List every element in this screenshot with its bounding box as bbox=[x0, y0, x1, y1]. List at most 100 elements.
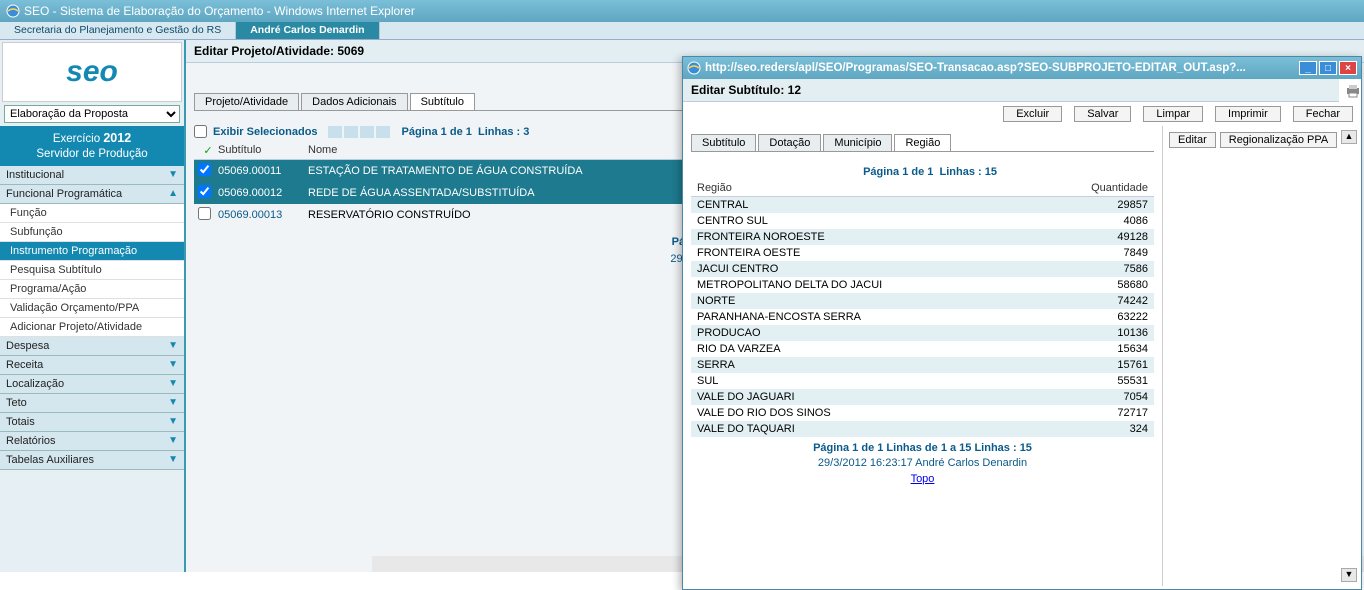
nav-despesa[interactable]: Despesa▼ bbox=[0, 337, 184, 356]
popup-right-panel: Editar Regionalização PPA ▲ ▼ bbox=[1163, 126, 1361, 586]
scroll-up-button[interactable]: ▲ bbox=[1341, 130, 1357, 144]
region-qty: 4086 bbox=[1078, 215, 1148, 227]
logo-box: seo bbox=[2, 42, 182, 102]
nav-programa-acao[interactable]: Programa/Ação bbox=[0, 280, 184, 299]
close-button[interactable]: × bbox=[1339, 61, 1357, 75]
subtab-municipio[interactable]: Município bbox=[823, 134, 892, 151]
popup-subtabs: Subtítulo Dotação Município Região bbox=[691, 134, 1154, 152]
linhas-label: Linhas : 3 bbox=[478, 126, 529, 138]
region-row[interactable]: VALE DO JAGUARI7054 bbox=[691, 389, 1154, 405]
print-icon[interactable] bbox=[1345, 84, 1361, 98]
subtab-dotacao[interactable]: Dotação bbox=[758, 134, 821, 151]
region-name: SUL bbox=[697, 375, 1078, 387]
proposta-select[interactable]: Elaboração da Proposta bbox=[4, 105, 180, 123]
nav-pesquisa-subtitulo[interactable]: Pesquisa Subtítulo bbox=[0, 261, 184, 280]
region-footer: Página 1 de 1 Linhas de 1 a 15 Linhas : … bbox=[683, 441, 1162, 487]
region-row[interactable]: SERRA15761 bbox=[691, 357, 1154, 373]
subtab-regiao[interactable]: Região bbox=[894, 134, 951, 151]
exibir-selecionados-label: Exibir Selecionados bbox=[213, 126, 318, 138]
region-qty: 63222 bbox=[1078, 311, 1148, 323]
tabstrip-tab-secretaria[interactable]: Secretaria do Planejamento e Gestão do R… bbox=[0, 22, 236, 39]
region-name: FRONTEIRA OESTE bbox=[697, 247, 1078, 259]
chevron-down-icon: ▼ bbox=[168, 378, 178, 389]
region-qty: 55531 bbox=[1078, 375, 1148, 387]
region-row[interactable]: FRONTEIRA NOROESTE49128 bbox=[691, 229, 1154, 245]
topo-link[interactable]: Topo bbox=[911, 473, 935, 485]
salvar-button[interactable]: Salvar bbox=[1074, 106, 1131, 122]
nav-subfuncao[interactable]: Subfunção bbox=[0, 223, 184, 242]
regionalizacao-ppa-button[interactable]: Regionalização PPA bbox=[1220, 132, 1337, 148]
region-pager: Página 1 de 1 Linhas : 15 bbox=[691, 166, 1154, 178]
col-quantidade: Quantidade bbox=[1078, 182, 1148, 194]
region-name: VALE DO JAGUARI bbox=[697, 391, 1078, 403]
region-row[interactable]: NORTE74242 bbox=[691, 293, 1154, 309]
row-checkbox[interactable] bbox=[198, 163, 211, 176]
fechar-button[interactable]: Fechar bbox=[1293, 106, 1353, 122]
editar-button[interactable]: Editar bbox=[1169, 132, 1216, 148]
limpar-button[interactable]: Limpar bbox=[1143, 106, 1203, 122]
ie-icon bbox=[687, 61, 701, 75]
region-name: VALE DO RIO DOS SINOS bbox=[697, 407, 1078, 419]
region-name: NORTE bbox=[697, 295, 1078, 307]
tab-strip: Secretaria do Planejamento e Gestão do R… bbox=[0, 22, 1364, 40]
region-name: PRODUCAO bbox=[697, 327, 1078, 339]
region-row[interactable]: JACUI CENTRO7586 bbox=[691, 261, 1154, 277]
region-row[interactable]: VALE DO RIO DOS SINOS72717 bbox=[691, 405, 1154, 421]
sidebar: seo Elaboração da Proposta Exercício 201… bbox=[0, 40, 186, 572]
region-name: CENTRAL bbox=[697, 199, 1078, 211]
chevron-down-icon: ▼ bbox=[168, 340, 178, 351]
nav-funcao[interactable]: Função bbox=[0, 204, 184, 223]
tabstrip-tab-user[interactable]: André Carlos Denardin bbox=[236, 22, 379, 39]
subtab-subtitulo[interactable]: Subtítulo bbox=[691, 134, 756, 151]
minimize-button[interactable]: _ bbox=[1299, 61, 1317, 75]
region-row[interactable]: PRODUCAO10136 bbox=[691, 325, 1154, 341]
nav-funcional-programatica[interactable]: Funcional Programática▲ bbox=[0, 185, 184, 204]
chevron-down-icon: ▼ bbox=[168, 454, 178, 465]
row-checkbox[interactable] bbox=[198, 185, 211, 198]
nav-localizacao[interactable]: Localização▼ bbox=[0, 375, 184, 394]
logo-text: seo bbox=[66, 55, 118, 89]
region-row[interactable]: RIO DA VARZEA15634 bbox=[691, 341, 1154, 357]
chevron-down-icon: ▼ bbox=[168, 359, 178, 370]
region-name: CENTRO SUL bbox=[697, 215, 1078, 227]
region-qty: 15634 bbox=[1078, 343, 1148, 355]
region-qty: 7054 bbox=[1078, 391, 1148, 403]
popup-left-panel: Subtítulo Dotação Município Região Págin… bbox=[683, 126, 1163, 586]
window-titlebar: SEO - Sistema de Elaboração do Orçamento… bbox=[0, 0, 1364, 22]
col-check: ✓ bbox=[198, 144, 218, 157]
pagina-label: Página 1 de 1 bbox=[402, 126, 472, 138]
nav-relatorios[interactable]: Relatórios▼ bbox=[0, 432, 184, 451]
row-checkbox[interactable] bbox=[198, 207, 211, 220]
pager-icons[interactable] bbox=[328, 126, 392, 138]
maximize-button[interactable]: □ bbox=[1319, 61, 1337, 75]
nav-teto[interactable]: Teto▼ bbox=[0, 394, 184, 413]
tab-subtitulo[interactable]: Subtítulo bbox=[410, 93, 475, 110]
excluir-button[interactable]: Excluir bbox=[1003, 106, 1062, 122]
imprimir-button[interactable]: Imprimir bbox=[1215, 106, 1281, 122]
region-name: VALE DO TAQUARI bbox=[697, 423, 1078, 435]
nav-institucional[interactable]: Institucional▼ bbox=[0, 166, 184, 185]
region-row[interactable]: CENTRO SUL4086 bbox=[691, 213, 1154, 229]
tab-projeto-atividade[interactable]: Projeto/Atividade bbox=[194, 93, 299, 110]
region-row[interactable]: VALE DO TAQUARI324 bbox=[691, 421, 1154, 437]
exibir-selecionados-checkbox[interactable] bbox=[194, 125, 207, 138]
region-qty: 58680 bbox=[1078, 279, 1148, 291]
nav-instrumento-programacao[interactable]: Instrumento Programação bbox=[0, 242, 184, 261]
region-row[interactable]: METROPOLITANO DELTA DO JACUI58680 bbox=[691, 277, 1154, 293]
region-row[interactable]: PARANHANA-ENCOSTA SERRA63222 bbox=[691, 309, 1154, 325]
nav-tabelas-auxiliares[interactable]: Tabelas Auxiliares▼ bbox=[0, 451, 184, 470]
popup-titlebar: http://seo.reders/apl/SEO/Programas/SEO-… bbox=[683, 57, 1361, 79]
nav-adicionar-projeto[interactable]: Adicionar Projeto/Atividade bbox=[0, 318, 184, 337]
region-name: METROPOLITANO DELTA DO JACUI bbox=[697, 279, 1078, 291]
nav-validacao-orcamento[interactable]: Validação Orçamento/PPA bbox=[0, 299, 184, 318]
ie-icon bbox=[6, 4, 20, 18]
nav-totais[interactable]: Totais▼ bbox=[0, 413, 184, 432]
region-row[interactable]: FRONTEIRA OESTE7849 bbox=[691, 245, 1154, 261]
region-row[interactable]: CENTRAL29857 bbox=[691, 197, 1154, 213]
nav-receita[interactable]: Receita▼ bbox=[0, 356, 184, 375]
tab-dados-adicionais[interactable]: Dados Adicionais bbox=[301, 93, 407, 110]
popup-url: http://seo.reders/apl/SEO/Programas/SEO-… bbox=[705, 62, 1246, 74]
region-row[interactable]: SUL55531 bbox=[691, 373, 1154, 389]
scroll-down-button[interactable]: ▼ bbox=[1341, 568, 1357, 582]
popup-header: Editar Subtítulo: 12 bbox=[683, 79, 1339, 102]
